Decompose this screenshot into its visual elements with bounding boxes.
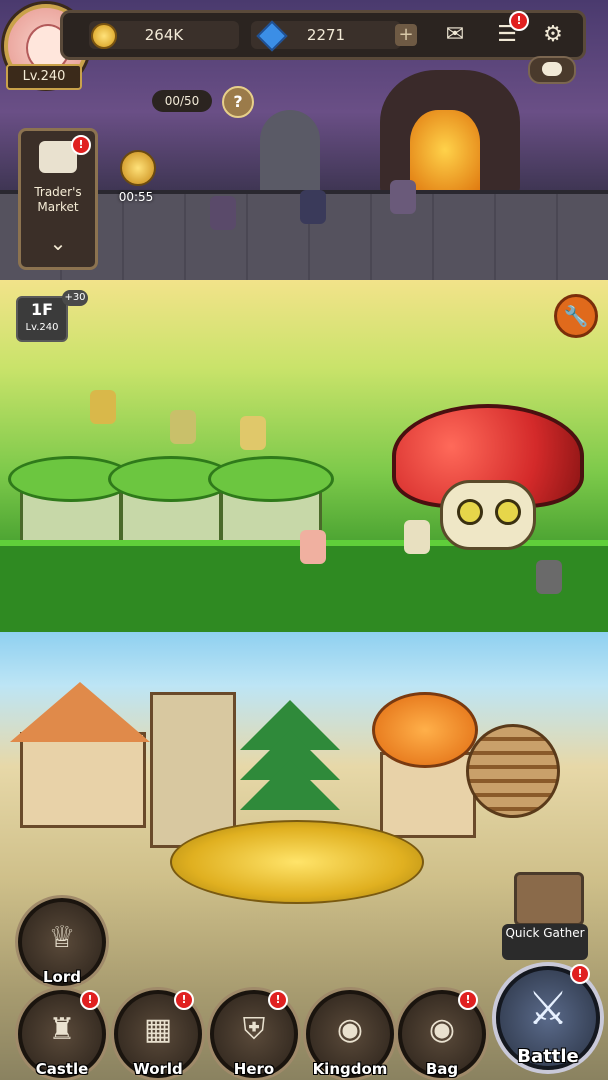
nav-lord-label: Lord: [43, 968, 81, 986]
nav-kingdom-label: Kingdom: [312, 1060, 388, 1078]
helmet-icon: ⛨: [242, 1012, 266, 1047]
hero-mage[interactable]: [300, 530, 326, 564]
hero-alert-badge: !: [268, 990, 288, 1010]
mushroom-eye: [457, 499, 483, 525]
sword-icon: ⚔: [527, 981, 569, 1035]
hot-air-balloon[interactable]: [466, 724, 560, 818]
bag-alert-badge: !: [458, 990, 478, 1010]
nav-castle-label: Castle: [35, 1060, 89, 1078]
gold-coin-icon: [91, 23, 117, 49]
quick-gather-button[interactable]: Quick Gather: [498, 872, 594, 960]
crown-icon: ♕: [48, 920, 76, 955]
gear-icon[interactable]: ⚙: [533, 18, 573, 52]
hero-golden-knight[interactable]: [90, 390, 116, 424]
hero-knight[interactable]: [300, 190, 326, 224]
mushroom-eye: [495, 499, 521, 525]
enemy-dark-knight[interactable]: [390, 180, 416, 214]
cottage-roof: [10, 682, 150, 742]
chat-icon: [542, 62, 562, 76]
traders-market-label: Trader's Market: [34, 185, 82, 214]
floor-number: 1F: [30, 300, 54, 319]
castle-icon: ♜: [48, 1012, 76, 1047]
quest-alert-badge: !: [509, 11, 529, 31]
floor-indicator: 1F Lv.240: [16, 296, 68, 342]
quick-gather-label: Quick Gather: [502, 924, 588, 960]
market-alert-badge: !: [71, 135, 91, 155]
treasure-gold-pile[interactable]: [170, 820, 424, 904]
nav-hero-label: Hero: [233, 1060, 275, 1078]
gravestone: [260, 110, 320, 190]
castle-alert-badge: !: [80, 990, 100, 1010]
hero-paladin[interactable]: [240, 416, 266, 450]
nav-bag-label: Bag: [425, 1060, 459, 1078]
player-level: Lv.240: [6, 64, 82, 90]
bag-icon: ◉: [428, 1012, 456, 1047]
collect-timer-text: 00:55: [118, 190, 154, 204]
gold-amount: 264K: [144, 26, 184, 44]
tree-canopy: [208, 456, 334, 502]
enemy-demon[interactable]: [210, 196, 236, 230]
battle-alert-badge: !: [570, 964, 590, 984]
nav-kingdom[interactable]: ◉ Kingdom: [306, 990, 394, 1078]
world-alert-badge: !: [174, 990, 194, 1010]
tower-house[interactable]: [150, 692, 236, 848]
floor-bonus: +30: [62, 290, 88, 306]
coin-stack-icon: [120, 150, 156, 186]
chat-button[interactable]: [528, 56, 576, 84]
nav-lord[interactable]: ♕ Lord: [18, 898, 106, 986]
map-icon: ▦: [143, 1012, 173, 1047]
mushroom-body: [440, 480, 536, 550]
wrench-icon[interactable]: 🔧: [554, 294, 598, 338]
pumpkin-house[interactable]: [372, 692, 478, 768]
buy-gems-button[interactable]: +: [395, 24, 417, 46]
help-button[interactable]: ?: [222, 86, 254, 118]
gold-collect-timer[interactable]: 00:55: [110, 150, 162, 206]
floor-level: Lv.240: [25, 322, 59, 333]
enemy-goblin[interactable]: [536, 560, 562, 594]
traders-market-button[interactable]: ! Trader's Market ⌄: [18, 128, 98, 270]
kingdom-icon: ◉: [336, 1012, 364, 1047]
gem-amount: 2271: [306, 26, 346, 44]
tree-glow: [410, 110, 480, 190]
dungeon-progress: 00/50: [152, 90, 212, 112]
cottage[interactable]: [20, 732, 146, 828]
tree-layer: [240, 760, 340, 810]
hero-valkyrie[interactable]: [404, 520, 430, 554]
mail-icon[interactable]: ✉: [435, 18, 475, 52]
hero-angel[interactable]: [170, 410, 196, 444]
chevron-down-icon[interactable]: ⌄: [41, 231, 75, 255]
nav-world-label: World: [133, 1060, 183, 1078]
resource-bar: 264K 2271 + ✉ ☰ ! ⚙: [60, 10, 586, 60]
battle-label: Battle: [517, 1046, 579, 1067]
christmas-tree[interactable]: [240, 700, 340, 830]
treasure-chest-icon: [514, 872, 584, 926]
